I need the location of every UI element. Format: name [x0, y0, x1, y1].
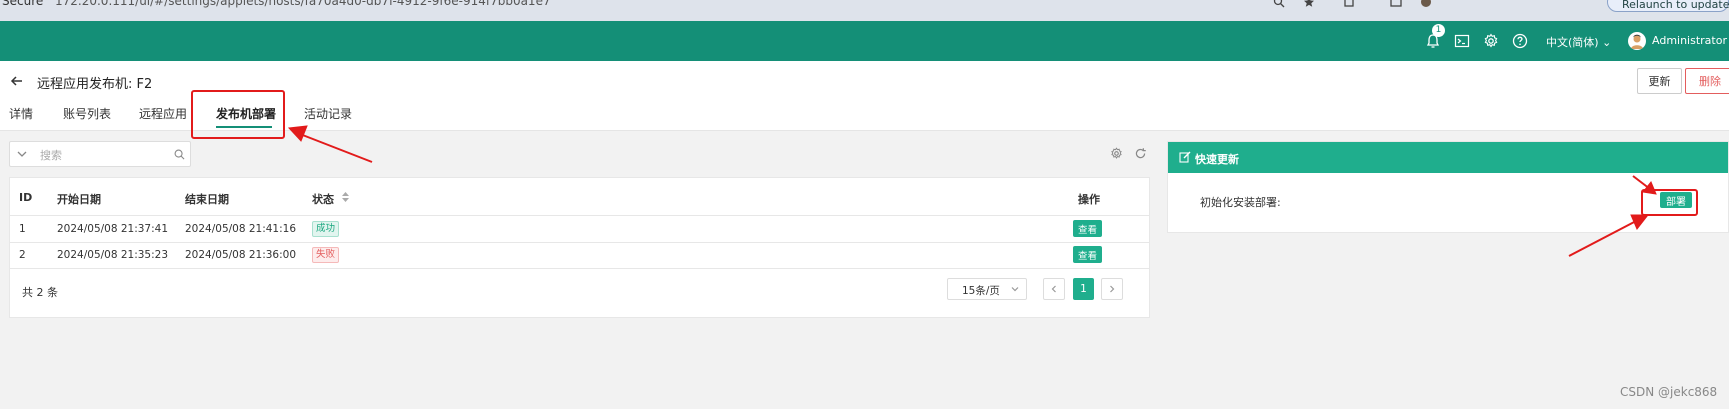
page-title: 远程应用发布机: F2 — [37, 77, 153, 92]
search-icon[interactable] — [1273, 0, 1285, 8]
cell-start: 2024/05/08 21:37:41 — [57, 223, 169, 235]
table-row: 2 2024/05/08 21:35:23 2024/05/08 21:36:0… — [10, 242, 1149, 269]
chevron-down-icon: ⌄ — [1602, 36, 1612, 49]
page-button-current[interactable]: 1 — [1073, 278, 1094, 300]
edit-icon — [1179, 151, 1191, 163]
page-size-label: 15条/页 — [962, 285, 1000, 297]
relaunch-button[interactable]: Relaunch to update — [1607, 0, 1729, 12]
chevron-down-icon — [1011, 287, 1019, 292]
app-header: 1 中文(简体) ⌄ Administrator ⌄ — [0, 21, 1729, 61]
quick-update-title: 快速更新 — [1195, 153, 1239, 166]
column-header-id: ID — [19, 191, 33, 204]
notification-badge: 1 — [1432, 24, 1445, 37]
chevron-left-icon — [1051, 285, 1056, 293]
chevron-down-icon[interactable] — [16, 148, 28, 160]
browser-chrome: Secure 172.20.0.111/ui/#/settings/applet… — [0, 0, 1729, 21]
user-avatar-icon — [1631, 34, 1643, 49]
gear-icon[interactable] — [1483, 33, 1499, 49]
cell-id: 2 — [19, 249, 26, 261]
username: Administrator — [1652, 34, 1727, 47]
quick-update-card: 快速更新 初始化安装部署: 部署 — [1167, 141, 1729, 233]
next-page-button[interactable] — [1101, 278, 1123, 300]
total-count: 共 2 条 — [22, 286, 58, 299]
extension-icon[interactable] — [1343, 0, 1355, 8]
tab-accounts[interactable]: 账号列表 — [63, 105, 111, 122]
terminal-icon[interactable] — [1454, 33, 1470, 49]
column-header-action: 操作 — [1078, 193, 1100, 206]
annotation-box-tab — [191, 90, 285, 139]
gear-icon[interactable] — [1110, 147, 1123, 160]
column-header-end: 结束日期 — [185, 193, 229, 206]
quick-update-label: 初始化安装部署: — [1200, 196, 1281, 209]
delete-button[interactable]: 删除 — [1685, 68, 1729, 94]
user-menu[interactable]: Administrator ⌄ — [1652, 34, 1729, 47]
star-icon[interactable] — [1303, 0, 1315, 8]
arrow-line — [299, 133, 373, 163]
column-header-status[interactable]: 状态 — [312, 191, 334, 207]
cell-start: 2024/05/08 21:35:23 — [57, 249, 169, 261]
sidebar-icon[interactable] — [1390, 0, 1402, 8]
prev-page-button[interactable] — [1043, 278, 1065, 300]
column-header-start: 开始日期 — [57, 193, 101, 206]
tab-details[interactable]: 详情 — [9, 105, 33, 122]
language-label: 中文(简体) — [1546, 36, 1599, 49]
cell-end: 2024/05/08 21:36:00 — [185, 249, 297, 261]
update-button[interactable]: 更新 — [1637, 68, 1682, 94]
table-row: 1 2024/05/08 21:37:41 2024/05/08 21:41:1… — [10, 216, 1149, 243]
chevron-right-icon — [1110, 285, 1115, 293]
search-box[interactable] — [9, 141, 191, 167]
status-badge: 成功 — [312, 221, 340, 237]
quick-update-header: 快速更新 — [1168, 142, 1728, 173]
arrow-left-icon[interactable] — [9, 73, 25, 89]
view-button[interactable]: 查看 — [1073, 246, 1102, 263]
search-input[interactable] — [38, 144, 162, 166]
status-badge: 失败 — [312, 247, 340, 263]
watermark: CSDN @jekc868 — [1620, 385, 1718, 399]
annotation-box-deploy — [1641, 189, 1698, 216]
security-label: Secure — [2, 0, 44, 8]
view-button[interactable]: 查看 — [1073, 220, 1102, 237]
page-size-select[interactable]: 15条/页 — [947, 278, 1027, 300]
tab-remote-apps[interactable]: 远程应用 — [139, 105, 187, 122]
tab-activity[interactable]: 活动记录 — [304, 105, 352, 122]
refresh-icon[interactable] — [1134, 147, 1147, 160]
cell-id: 1 — [19, 223, 26, 235]
help-icon[interactable] — [1512, 33, 1528, 49]
cell-end: 2024/05/08 21:41:16 — [185, 223, 297, 235]
profile-icon[interactable] — [1420, 0, 1432, 8]
address-bar[interactable]: 172.20.0.111/ui/#/settings/applets/hosts… — [55, 0, 551, 8]
deployment-table: ID 开始日期 结束日期 状态 操作 1 2024/05/08 21:37:41… — [9, 177, 1150, 318]
avatar[interactable] — [1628, 32, 1646, 50]
sort-icon[interactable] — [341, 191, 350, 203]
language-selector[interactable]: 中文(简体) ⌄ — [1546, 34, 1611, 50]
search-icon[interactable] — [174, 149, 185, 160]
